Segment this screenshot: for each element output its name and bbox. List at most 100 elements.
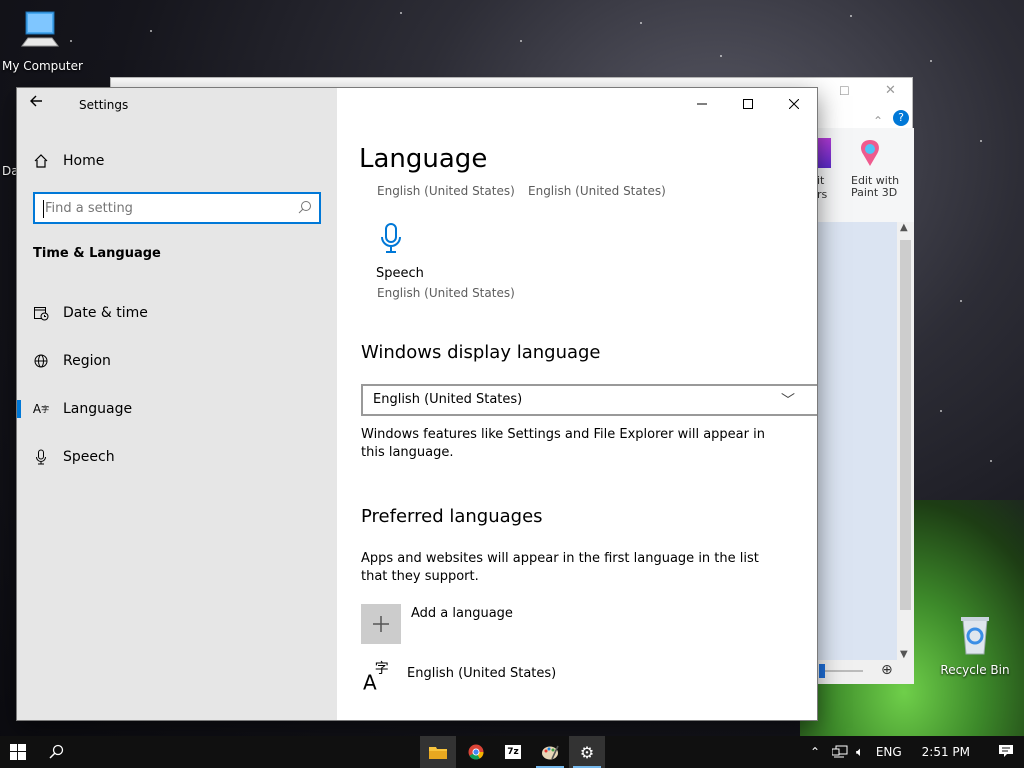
- home-nav-item[interactable]: Home: [33, 150, 104, 172]
- background-close-button[interactable]: ✕: [885, 83, 896, 98]
- recycle-bin-icon: [961, 617, 989, 655]
- language-tile-subtitle: English (United States): [528, 184, 666, 198]
- sidebar-item-label: Date & time: [63, 305, 148, 321]
- home-label: Home: [63, 153, 105, 169]
- back-arrow-icon: [30, 95, 42, 107]
- zoom-in-icon[interactable]: ⊕: [881, 662, 893, 678]
- language-icon: A字: [363, 661, 389, 695]
- sidebar-item-label: Speech: [63, 449, 115, 465]
- minimize-icon: [697, 103, 707, 105]
- microphone-icon: [33, 449, 49, 465]
- settings-sidebar: Settings Home Find a setting Time & Lang…: [17, 88, 337, 720]
- windows-logo-icon: [10, 744, 26, 760]
- close-icon: [789, 99, 799, 109]
- sidebar-item-label: Language: [63, 401, 133, 417]
- input-language-indicator[interactable]: ENG: [876, 745, 902, 759]
- section-title: Time & Language: [33, 246, 161, 261]
- minimize-button[interactable]: [679, 88, 725, 120]
- add-language-label[interactable]: Add a language: [411, 606, 513, 621]
- search-placeholder: Find a setting: [45, 201, 133, 216]
- chrome-icon: [468, 744, 484, 760]
- my-computer-desktop-icon[interactable]: My Computer: [2, 8, 83, 73]
- window-controls: [679, 88, 817, 120]
- action-center-icon[interactable]: [998, 744, 1014, 761]
- recycle-bin-desktop-icon[interactable]: Recycle Bin: [940, 612, 1010, 677]
- home-icon: [34, 154, 48, 168]
- ribbon-label-partial-1: it: [817, 174, 825, 187]
- taskbar-paint[interactable]: [532, 736, 568, 768]
- scroll-up-icon[interactable]: ▲: [900, 222, 908, 233]
- language-icon: A字: [32, 402, 50, 416]
- globe-icon: [33, 353, 49, 369]
- chevron-up-icon[interactable]: ⌃: [806, 745, 824, 759]
- taskbar-settings[interactable]: ⚙: [569, 736, 605, 768]
- page-title: Language: [359, 144, 488, 174]
- text-caret: [43, 200, 44, 218]
- 7zip-icon: 7z: [505, 745, 521, 759]
- search-icon[interactable]: [297, 199, 313, 215]
- display-language-heading: Windows display language: [361, 342, 601, 363]
- paint-ribbon: it rs Edit with Paint 3D: [817, 128, 914, 222]
- gear-icon: ⚙: [579, 742, 595, 762]
- speech-tile-label[interactable]: Speech: [376, 266, 424, 281]
- maximize-icon: [743, 99, 753, 109]
- calendar-clock-icon: [33, 305, 49, 321]
- paint-status-bar: ⊕: [817, 660, 914, 684]
- taskbar-7zip[interactable]: 7z: [495, 736, 531, 768]
- app-title: Settings: [79, 98, 129, 112]
- back-button[interactable]: [29, 94, 53, 114]
- volume-icon[interactable]: 🔈︎: [856, 745, 864, 760]
- partial-desktop-label: Da: [2, 164, 16, 178]
- paint-palette-icon: [542, 745, 559, 760]
- computer-icon: [21, 11, 59, 47]
- paint-3d-icon[interactable]: [855, 138, 885, 172]
- settings-titlebar-left: Settings: [17, 88, 337, 120]
- search-icon: [49, 744, 64, 759]
- display-language-description: Windows features like Settings and File …: [361, 427, 765, 460]
- system-tray: ⌃ 🔈︎ ENG 2:51 PM: [806, 736, 1014, 768]
- taskbar-file-explorer[interactable]: [420, 736, 456, 768]
- search-input[interactable]: Find a setting: [33, 192, 321, 224]
- close-button[interactable]: [771, 88, 817, 120]
- start-button[interactable]: [0, 736, 36, 768]
- maximize-button[interactable]: [725, 88, 771, 120]
- help-icon[interactable]: ?: [893, 110, 909, 126]
- ribbon-label-partial-2: rs: [817, 188, 828, 201]
- settings-window: Settings Home Find a setting Time & Lang…: [17, 88, 817, 720]
- speech-tile[interactable]: [379, 222, 403, 258]
- clock[interactable]: 2:51 PM: [922, 745, 970, 759]
- preferred-language-item[interactable]: English (United States): [407, 666, 556, 681]
- network-icon[interactable]: [832, 745, 848, 759]
- speech-tile-subtitle: English (United States): [377, 286, 515, 300]
- preferred-languages-heading: Preferred languages: [361, 506, 543, 527]
- folder-icon: [429, 747, 447, 759]
- dropdown-value: English (United States): [373, 392, 523, 407]
- scroll-down-icon[interactable]: ▼: [900, 649, 908, 660]
- sidebar-item-region[interactable]: Region: [17, 341, 337, 381]
- search-button[interactable]: [38, 736, 74, 768]
- display-language-dropdown[interactable]: English (United States) ﹀: [361, 384, 817, 416]
- settings-main-pane: Language English (United States) English…: [337, 88, 817, 720]
- microphone-icon: [381, 223, 401, 253]
- taskbar-chrome[interactable]: [458, 736, 494, 768]
- add-language-button[interactable]: [361, 604, 401, 644]
- chevron-down-icon: ﹀: [781, 393, 795, 409]
- sidebar-item-label: Region: [63, 353, 111, 369]
- edit-colors-swatch-icon[interactable]: [817, 138, 831, 168]
- recycle-bin-label: Recycle Bin: [940, 663, 1010, 677]
- language-tile-subtitle: English (United States): [377, 184, 515, 198]
- plus-icon: [373, 616, 389, 632]
- my-computer-label: My Computer: [2, 59, 83, 73]
- paint-canvas[interactable]: [817, 222, 897, 660]
- scroll-thumb[interactable]: [900, 240, 911, 610]
- sidebar-item-language[interactable]: A字 Language: [17, 389, 337, 429]
- sidebar-item-speech[interactable]: Speech: [17, 437, 337, 477]
- partial-desktop-icon[interactable]: Da: [2, 160, 16, 178]
- edit-with-paint3d-label-2: Paint 3D: [851, 186, 898, 199]
- preferred-languages-description: Apps and websites will appear in the fir…: [361, 551, 759, 584]
- taskbar: 7z ⚙ ⌃ 🔈︎ ENG 2:51 PM: [0, 736, 1024, 768]
- zoom-slider-track[interactable]: [825, 670, 863, 672]
- ribbon-collapse-icon[interactable]: ⌃: [873, 114, 883, 128]
- background-maximize-button[interactable]: ☐: [839, 84, 850, 98]
- sidebar-item-date-time[interactable]: Date & time: [17, 293, 337, 333]
